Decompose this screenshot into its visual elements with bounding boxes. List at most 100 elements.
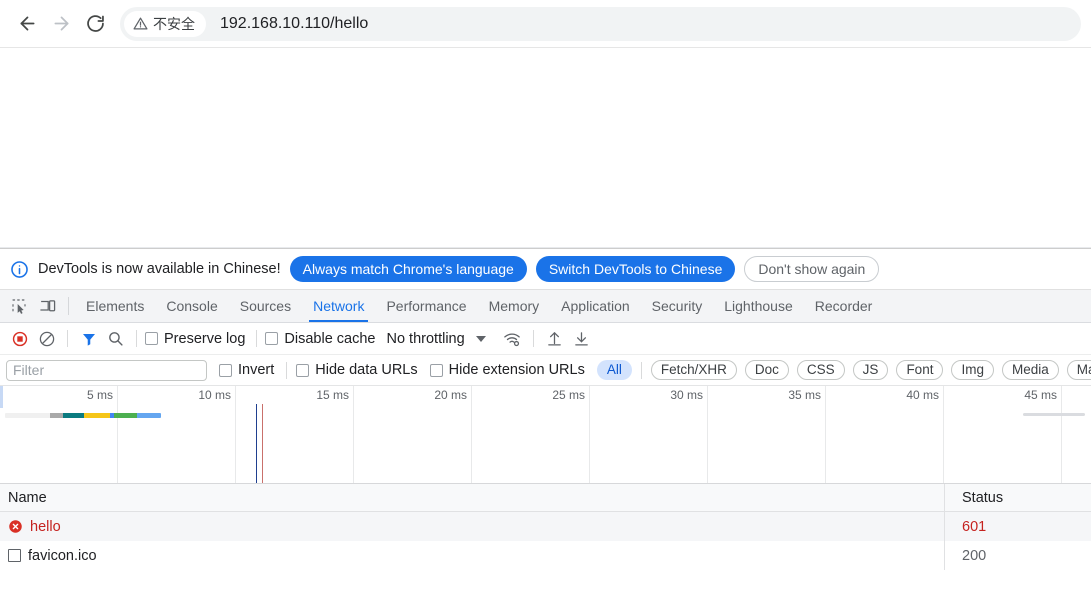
tick-label: 10 ms	[198, 388, 231, 402]
network-requests-table: Name Status hello 601 favicon.ico 200	[0, 484, 1091, 605]
tab-label: Memory	[488, 298, 540, 314]
tab-sources[interactable]: Sources	[229, 290, 302, 322]
toolbar-divider	[67, 330, 68, 347]
overview-scrollbar[interactable]	[1023, 413, 1085, 416]
type-chip-js[interactable]: JS	[852, 360, 889, 380]
waterfall-segment	[63, 413, 84, 418]
tab-performance[interactable]: Performance	[375, 290, 477, 322]
type-chip-media[interactable]: Media	[1001, 360, 1059, 380]
toolbar-divider	[532, 330, 534, 347]
back-arrow-icon	[20, 16, 34, 31]
tick-label: 20 ms	[434, 388, 467, 402]
tab-label: Application	[561, 298, 630, 314]
record-button[interactable]	[7, 326, 32, 351]
timeline-tick: 10 ms	[118, 386, 236, 483]
tick-label: 25 ms	[552, 388, 585, 402]
type-chip-img[interactable]: Img	[951, 360, 994, 380]
type-chip-fetch-xhr[interactable]: Fetch/XHR	[650, 360, 737, 380]
browser-toolbar: 不安全 192.168.10.110/hello	[0, 0, 1091, 48]
type-chip-font[interactable]: Font	[896, 360, 944, 380]
timeline-tick: 30 ms	[590, 386, 708, 483]
filter-input[interactable]	[6, 359, 207, 381]
type-chip-doc[interactable]: Doc	[744, 360, 789, 380]
tab-label: Elements	[86, 298, 145, 314]
checkbox-box	[219, 363, 232, 377]
tab-label: Lighthouse	[724, 298, 793, 314]
device-toolbar-icon	[40, 299, 56, 311]
tab-label: Sources	[239, 298, 292, 314]
table-row[interactable]: hello 601	[0, 512, 1091, 541]
tab-label: Performance	[386, 298, 467, 314]
type-chip-all[interactable]: All	[596, 360, 632, 380]
preserve-log-label: Preserve log	[164, 330, 246, 347]
search-button[interactable]	[103, 326, 128, 351]
export-har-button[interactable]	[569, 326, 594, 351]
security-status-text: 不安全	[153, 15, 195, 32]
dom-content-loaded-marker	[256, 404, 257, 483]
hide-extension-urls-label: Hide extension URLs	[448, 362, 585, 378]
waterfall-segment	[50, 413, 63, 418]
disable-cache-checkbox[interactable]: Disable cache	[265, 331, 378, 347]
column-header-status[interactable]: Status	[945, 484, 1091, 511]
tab-elements[interactable]: Elements	[75, 290, 155, 322]
network-toolbar: Preserve log Disable cache No throttling	[0, 323, 1091, 355]
clear-button[interactable]	[34, 326, 59, 351]
invert-label: Invert	[238, 362, 275, 378]
timeline-tick: 15 ms	[236, 386, 354, 483]
address-bar[interactable]: 不安全 192.168.10.110/hello	[120, 6, 1081, 41]
security-status-chip[interactable]: 不安全	[124, 10, 206, 37]
inspect-element-button[interactable]	[4, 290, 33, 322]
tab-console[interactable]: Console	[155, 290, 228, 322]
tab-network[interactable]: Network	[302, 290, 375, 322]
toggle-device-toolbar-button[interactable]	[33, 290, 62, 322]
tab-lighthouse[interactable]: Lighthouse	[713, 290, 804, 322]
hide-extension-urls-checkbox[interactable]: Hide extension URLs	[429, 362, 588, 378]
timeline-tick: 40 ms	[826, 386, 944, 483]
waterfall-segment	[5, 413, 50, 418]
devtools-panel: DevTools is now available in Chinese! Al…	[0, 248, 1091, 605]
timeline-tick: 5 ms	[0, 386, 118, 483]
filter-divider	[640, 361, 642, 379]
request-name: favicon.ico	[28, 547, 97, 564]
back-button[interactable]	[10, 7, 44, 41]
tick-label: 30 ms	[670, 388, 703, 402]
reload-button[interactable]	[78, 7, 112, 41]
hide-data-urls-checkbox[interactable]: Hide data URLs	[296, 362, 420, 378]
forward-button[interactable]	[44, 7, 78, 41]
network-overview-timeline[interactable]: 5 ms 10 ms 15 ms 20 ms 25 ms 30 ms 35 ms…	[0, 386, 1091, 484]
import-har-button[interactable]	[542, 326, 567, 351]
request-name-cell: favicon.ico	[0, 541, 945, 570]
devtools-tabbar: Elements Console Sources Network Perform…	[0, 290, 1091, 323]
invert-checkbox[interactable]: Invert	[219, 362, 277, 378]
tick-label: 45 ms	[1024, 388, 1057, 402]
tab-label: Network	[313, 298, 365, 314]
timeline-tick: 35 ms	[708, 386, 826, 483]
type-chip-manifest[interactable]: Ma	[1066, 360, 1091, 380]
tab-memory[interactable]: Memory	[478, 290, 551, 322]
tick-label: 5 ms	[86, 388, 113, 402]
checkbox-box	[296, 363, 310, 377]
tab-security[interactable]: Security	[641, 290, 714, 322]
tab-label: Security	[651, 298, 703, 314]
column-header-name[interactable]: Name	[0, 484, 945, 511]
network-conditions-button[interactable]	[500, 326, 525, 351]
tab-label: Console	[166, 298, 218, 314]
tab-recorder[interactable]: Recorder	[804, 290, 884, 322]
switch-devtools-chinese-button[interactable]: Switch DevTools to Chinese	[535, 256, 736, 282]
table-row[interactable]: favicon.ico 200	[0, 541, 1091, 570]
type-chip-css[interactable]: CSS	[796, 360, 845, 380]
wifi-settings-icon	[504, 332, 520, 346]
network-filter-row: Invert Hide data URLs Hide extension URL…	[0, 355, 1091, 386]
infobar-message: DevTools is now available in Chinese!	[38, 261, 281, 277]
filter-button[interactable]	[76, 326, 101, 351]
preserve-log-checkbox[interactable]: Preserve log	[145, 331, 248, 347]
checkbox-box	[265, 332, 279, 345]
timeline-tick: 20 ms	[354, 386, 472, 483]
disable-cache-label: Disable cache	[284, 330, 376, 347]
timeline-tick: 25 ms	[472, 386, 590, 483]
request-status-cell: 200	[962, 547, 987, 564]
always-match-language-button[interactable]: Always match Chrome's language	[289, 256, 527, 282]
dont-show-again-button[interactable]: Don't show again	[744, 256, 880, 282]
throttling-select[interactable]: No throttling	[386, 331, 486, 347]
tab-application[interactable]: Application	[550, 290, 641, 322]
